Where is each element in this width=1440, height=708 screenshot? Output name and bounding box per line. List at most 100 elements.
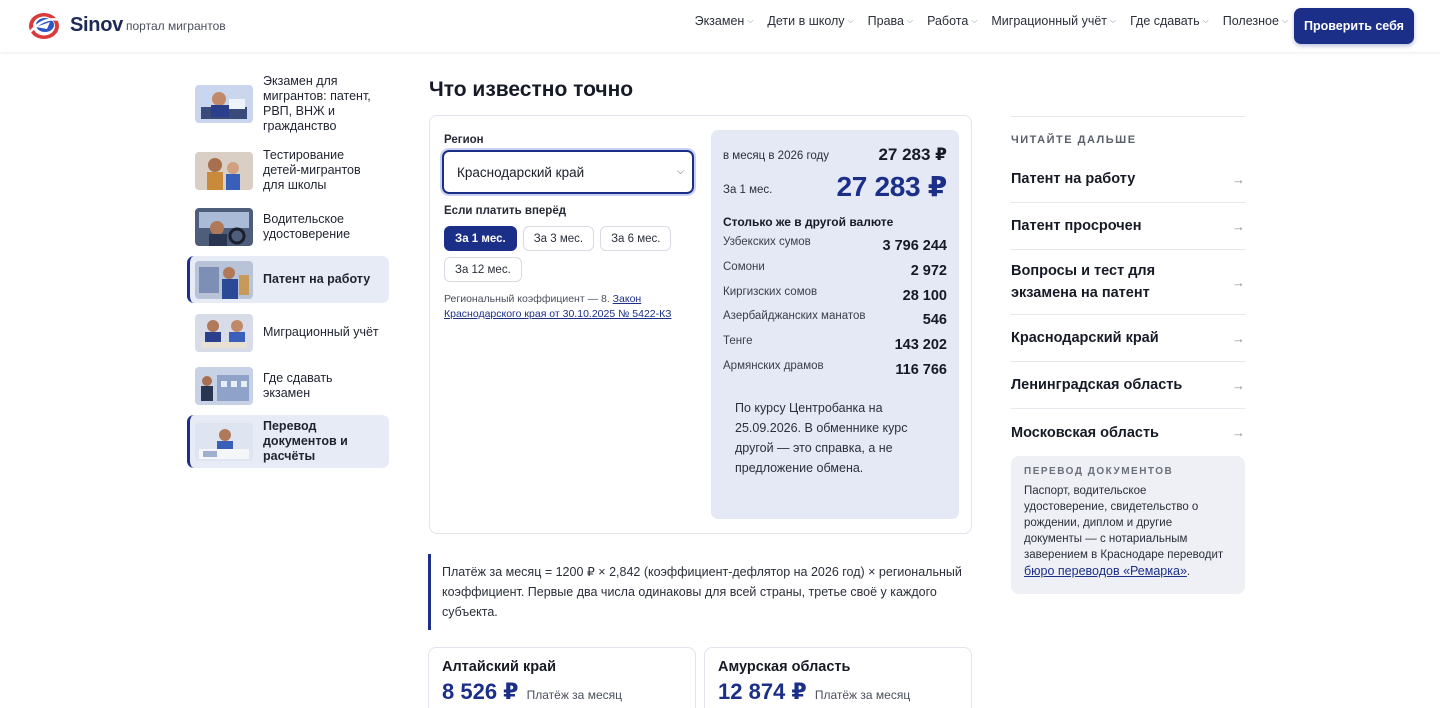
read-more-link-test[interactable]: Вопросы и тест для экзамена на патент →: [1011, 250, 1245, 315]
region-select[interactable]: Краснодарский край ⌵: [442, 150, 694, 194]
sidebar-item-where[interactable]: Где сдавать экзамен: [187, 362, 389, 409]
period-total-label: За 1 мес.: [723, 184, 773, 196]
currency-value: 2 972: [910, 262, 947, 279]
page-title: Что известно точно: [429, 78, 634, 101]
chevron-down-icon: ⌵: [906, 16, 914, 25]
read-more-link-krasnodar[interactable]: Краснодарский край →: [1011, 315, 1245, 362]
currency-value: 143 202: [894, 337, 947, 354]
translation-ad: ПЕРЕВОД ДОКУМЕНТОВ Паспорт, водительское…: [1011, 456, 1245, 594]
nav-school[interactable]: Дети в школу ⌵: [767, 14, 853, 28]
currency-row: Сомони 2 972: [723, 259, 947, 284]
region-card-amount: 12 874 ₽: [718, 679, 807, 704]
main-nav: Экзамен ⌵ Дети в школу ⌵ Права ⌵ Работа ⌵ Ми…: [695, 14, 1288, 28]
currency-list: Узбекских сумов 3 796 244 Сомони 2 972 Кир…: [723, 234, 947, 383]
coefficient-text: Региональный коэффициент — 8.: [444, 293, 610, 305]
period-3-months-button[interactable]: За 3 мес.: [522, 226, 595, 251]
sidebar-item-kids[interactable]: Тестирование детей-мигрантов для школы: [187, 144, 389, 197]
currency-name: Киргизских сомов: [723, 285, 818, 298]
read-more-link-label: Патент на работу: [1011, 171, 1136, 187]
exchange-rate-note: По курсу Центробанка на 25.09.2026. В об…: [735, 401, 908, 475]
nav-migration[interactable]: Миграционный учёт ⌵: [991, 14, 1116, 28]
currency-value: 28 100: [902, 287, 947, 304]
currency-row: Азербайджанских манатов 546: [723, 308, 947, 333]
patent-calculator: Регион Краснодарский край ⌵ Если платить…: [429, 115, 972, 534]
sidebar-item-license[interactable]: Водительское удостоверение: [187, 203, 389, 250]
brand-name[interactable]: Sinov: [70, 14, 123, 37]
period-total-value: 27 283 ₽: [836, 171, 947, 202]
sidebar-item-label: Водительское удостоверение: [263, 211, 351, 241]
currency-row: Армянских драмов 116 766: [723, 358, 947, 383]
translation-thumbnail: [195, 422, 253, 461]
arrow-right-icon: →: [1232, 377, 1245, 393]
currency-row: Киргизских сомов 28 100: [723, 284, 947, 309]
period-1-month-button[interactable]: За 1 мес.: [444, 226, 517, 251]
read-more-link-expired[interactable]: Патент просрочен →: [1011, 203, 1245, 250]
nav-label: Экзамен: [694, 14, 745, 28]
sidebar: Экзамен для мигрантов: патент, РВП, ВНЖ …: [187, 70, 389, 474]
nav-label: Где сдавать: [1130, 14, 1200, 28]
arrow-right-icon: →: [1232, 171, 1245, 187]
sidebar-item-translation[interactable]: Перевод документов и расчёты: [187, 415, 389, 468]
chevron-down-icon: ⌵: [747, 16, 754, 25]
region-card-value: 8 526 ₽ Платёж за месяц: [442, 679, 622, 705]
arrow-right-icon: →: [1232, 425, 1245, 440]
check-yourself-button[interactable]: Проверить себя: [1294, 8, 1414, 44]
nav-where[interactable]: Где сдавать ⌵: [1130, 14, 1209, 28]
prepay-label: Если платить вперёд: [444, 205, 567, 217]
formula-note: Платёж за месяц = 1200 ₽ × 2,842 (коэффи…: [428, 554, 968, 630]
period-selector: За 1 мес. За 3 мес. За 6 мес. За 12 мес.: [444, 226, 704, 282]
region-select-value: Краснодарский край: [457, 164, 585, 180]
period-6-months-button[interactable]: За 6 мес.: [600, 226, 672, 251]
sidebar-item-migration[interactable]: Миграционный учёт: [187, 309, 389, 356]
currency-value: 546: [922, 312, 947, 329]
nav-rights[interactable]: Права ⌵: [868, 14, 913, 28]
nav-exam[interactable]: Экзамен ⌵: [695, 14, 754, 28]
read-more-link-label: Вопросы и тест для экзамена на патент: [1011, 263, 1156, 301]
region-card-title: Алтайский край: [442, 659, 557, 675]
nav-label: Дети в школу: [767, 14, 845, 28]
sidebar-item-label: Миграционный учёт: [263, 325, 379, 339]
arrow-right-icon: →: [1232, 218, 1245, 234]
kids-thumbnail: [195, 151, 253, 190]
region-card-caption: Платёж за месяц: [526, 688, 622, 702]
currency-name: Тенге: [723, 335, 753, 348]
region-card-value: 12 874 ₽ Платёж за месяц: [718, 679, 910, 705]
arrow-right-icon: →: [1232, 274, 1245, 290]
nav-work[interactable]: Работа ⌵: [927, 14, 977, 28]
ad-text: Паспорт, водительское удостоверение, сви…: [1024, 483, 1232, 580]
nav-label: Миграционный учёт: [991, 14, 1108, 28]
currency-value: 116 766: [895, 361, 947, 378]
read-more-link-leningrad[interactable]: Ленинградская область →: [1011, 362, 1245, 409]
currency-row: Узбекских сумов 3 796 244: [723, 234, 947, 259]
license-thumbnail: [195, 207, 253, 246]
translation-bureau-link[interactable]: бюро переводов «Ремарка»: [1024, 564, 1187, 578]
sidebar-item-label: Тестирование детей-мигрантов для школы: [263, 148, 361, 192]
period-12-months-button[interactable]: За 12 мес.: [444, 257, 522, 282]
read-more-link-moscow[interactable]: Московская область →: [1011, 409, 1245, 456]
read-more-link-label: Московская область: [1011, 424, 1159, 441]
sidebar-item-patent[interactable]: Патент на работу: [187, 256, 389, 303]
sidebar-item-exam[interactable]: Экзамен для мигрантов: патент, РВП, ВНЖ …: [187, 70, 389, 138]
region-card-title: Амурская область: [718, 659, 851, 675]
nav-label: Права: [867, 14, 904, 28]
tagline: портал мигрантов: [126, 19, 226, 33]
currency-name: Сомони: [723, 260, 765, 273]
region-card-amount: 8 526 ₽: [442, 679, 519, 704]
ad-body: Паспорт, водительское удостоверение, сви…: [1024, 485, 1224, 561]
region-card-altai[interactable]: Алтайский край 8 526 ₽ Платёж за месяц: [428, 647, 696, 708]
currency-value: 3 796 244: [882, 238, 947, 254]
ad-suffix: .: [1186, 566, 1191, 578]
logo-icon[interactable]: [26, 10, 63, 42]
site-header: Sinov портал мигрантов Экзамен ⌵ Дети в ш…: [0, 0, 1440, 52]
nav-label: Работа: [927, 14, 969, 28]
read-more-heading: ЧИТАЙТЕ ДАЛЬШЕ: [1011, 116, 1245, 156]
nav-label: Полезное: [1222, 14, 1279, 28]
read-more-link-patent[interactable]: Патент на работу →: [1011, 156, 1245, 203]
currency-name: Армянских драмов: [723, 359, 824, 372]
currency-title: Столько же в другой валюте: [723, 215, 894, 229]
sidebar-item-label: Экзамен для мигрантов: патент, РВП, ВНЖ …: [263, 74, 371, 133]
region-card-amur[interactable]: Амурская область 12 874 ₽ Платёж за меся…: [704, 647, 972, 708]
nav-useful[interactable]: Полезное ⌵: [1223, 14, 1288, 28]
per-month-label: в месяц в 2026 году: [723, 150, 829, 162]
region-card-caption: Платёж за месяц: [814, 688, 911, 702]
